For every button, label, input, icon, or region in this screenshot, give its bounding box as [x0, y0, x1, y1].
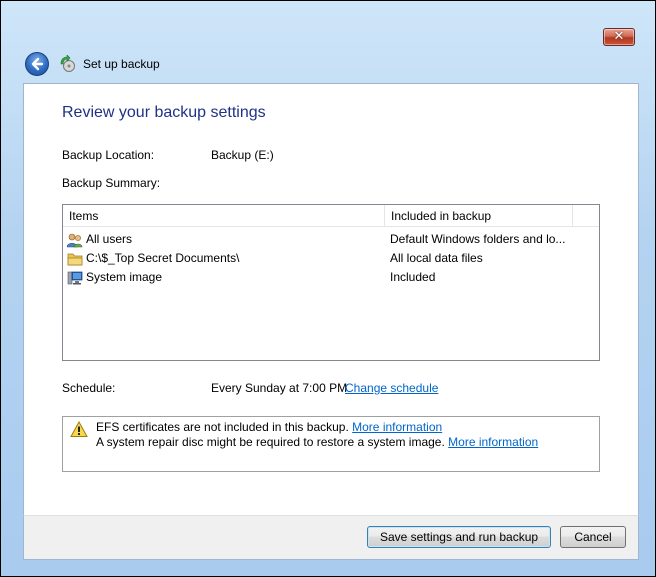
- users-icon: [67, 233, 83, 248]
- backup-icon: [60, 55, 75, 72]
- folder-icon: [67, 253, 83, 266]
- window-title: Set up backup: [83, 57, 160, 71]
- schedule-value: Every Sunday at 7:00 PM: [211, 381, 348, 395]
- table-row[interactable]: All users Default Windows folders and lo…: [63, 230, 599, 249]
- save-and-run-button[interactable]: Save settings and run backup: [367, 526, 551, 548]
- backup-location-value: Backup (E:): [211, 148, 274, 162]
- footer-bar: Save settings and run backup Cancel: [23, 515, 639, 560]
- more-information-link[interactable]: More information: [448, 435, 538, 449]
- column-header-included[interactable]: Included in backup: [385, 205, 573, 227]
- backup-summary-list[interactable]: Items Included in backup All users Defau…: [62, 204, 600, 361]
- item-name: All users: [86, 232, 133, 246]
- table-row[interactable]: C:\$_Top Secret Documents\ All local dat…: [63, 249, 599, 268]
- warning-text: A system repair disc might be required t…: [96, 435, 445, 449]
- warning-text: EFS certificates are not included in thi…: [96, 420, 349, 434]
- table-row[interactable]: System image Included: [63, 268, 599, 287]
- column-header-items[interactable]: Items: [63, 205, 385, 227]
- backup-location-label: Backup Location:: [62, 148, 155, 162]
- change-schedule-link[interactable]: Change schedule: [345, 381, 438, 395]
- included-cell: All local data files: [390, 251, 483, 265]
- included-cell: Included: [390, 270, 436, 284]
- more-information-link[interactable]: More information: [352, 420, 442, 434]
- warning-box: EFS certificates are not included in thi…: [62, 416, 600, 472]
- schedule-label: Schedule:: [62, 381, 116, 395]
- warning-line-repair-disc: A system repair disc might be required t…: [96, 435, 538, 449]
- page-title: Review your backup settings: [62, 104, 266, 121]
- close-icon: ✕: [613, 29, 625, 44]
- backup-window: ✕ Set up backup Review your backup setti…: [0, 0, 656, 577]
- system-image-icon: [67, 271, 83, 285]
- cancel-button[interactable]: Cancel: [560, 526, 626, 548]
- backup-summary-label: Backup Summary:: [62, 176, 161, 190]
- column-header-blank: [573, 205, 599, 227]
- item-name: System image: [86, 270, 163, 284]
- included-cell: Default Windows folders and lo...: [390, 232, 566, 246]
- close-button[interactable]: ✕: [603, 28, 635, 46]
- back-button[interactable]: [25, 52, 49, 76]
- back-arrow-icon: [31, 57, 44, 71]
- content-panel: Review your backup settings Backup Locat…: [23, 83, 639, 516]
- warning-icon: [70, 421, 88, 437]
- warning-line-efs: EFS certificates are not included in thi…: [96, 420, 442, 434]
- item-name: C:\$_Top Secret Documents\: [86, 251, 240, 265]
